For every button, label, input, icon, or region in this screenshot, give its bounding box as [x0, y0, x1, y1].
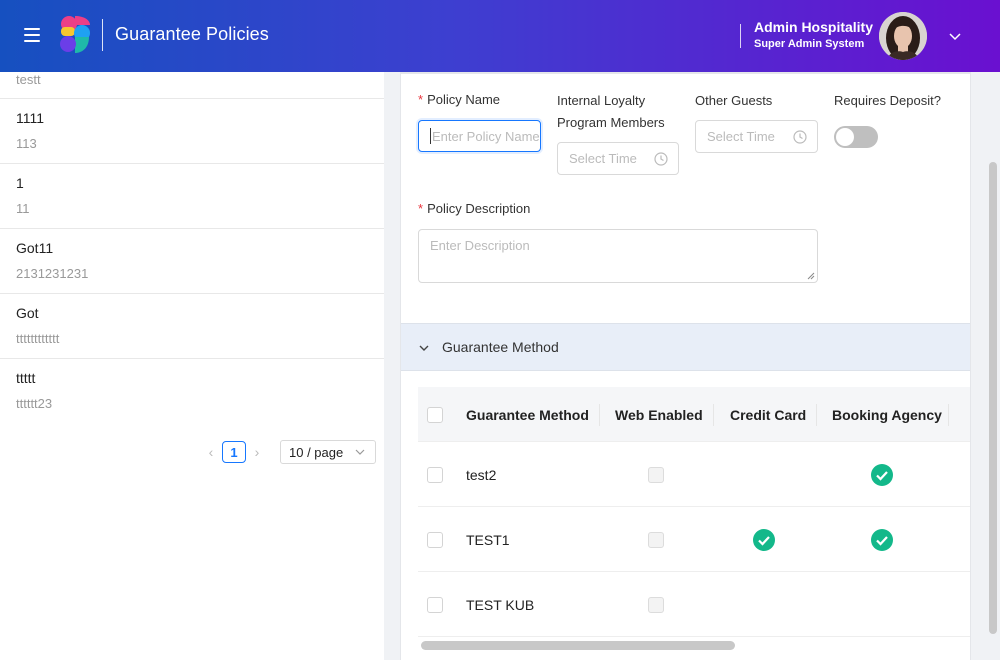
- table-row[interactable]: test2: [418, 442, 970, 507]
- table-row[interactable]: TEST KUB: [418, 572, 970, 637]
- list-item-name: Got: [16, 305, 39, 321]
- list-item-code: tttttttttttt: [16, 331, 60, 346]
- other-guests-label: Other Guests: [695, 93, 773, 108]
- guarantee-method-cell: TEST1: [466, 531, 510, 548]
- web-enabled-checkbox: [648, 596, 664, 613]
- next-page-icon[interactable]: ›: [246, 441, 268, 463]
- page-title: Guarantee Policies: [115, 24, 269, 44]
- policy-description-label: * Policy Description: [418, 201, 531, 216]
- list-item[interactable]: Got11 2131231231: [0, 229, 384, 294]
- requires-deposit-switch[interactable]: [834, 126, 878, 148]
- list-item-code: 11: [16, 201, 30, 216]
- page-size-select[interactable]: 10 / page: [280, 440, 376, 464]
- description-placeholder: Enter Description: [430, 238, 530, 253]
- policy-list-panel: testt 1111 113 1 11 Got11 2131231231 Got…: [0, 72, 384, 660]
- other-guests-placeholder: Select Time: [707, 129, 775, 144]
- guarantee-method-collapse-header[interactable]: Guarantee Method: [401, 323, 970, 371]
- text-cursor: [430, 128, 431, 144]
- list-item-name: 1111: [16, 110, 45, 126]
- app-header: Guarantee Policies Admin Hospitality Sup…: [0, 0, 1000, 72]
- web-enabled-cell: [648, 507, 664, 572]
- policy-name-placeholder: Enter Policy Name: [432, 128, 540, 144]
- check-circle-icon: [871, 463, 893, 486]
- menu-icon[interactable]: [24, 28, 40, 42]
- list-item[interactable]: Got tttttttttttt: [0, 294, 384, 359]
- clock-icon: [793, 130, 807, 144]
- user-divider: [740, 24, 741, 48]
- list-item-code: testt: [16, 72, 41, 87]
- guarantee-method-table: Guarantee Method Web Enabled Credit Card…: [418, 387, 970, 637]
- user-role: Super Admin System: [754, 38, 865, 50]
- row-checkbox[interactable]: [427, 596, 443, 613]
- web-enabled-cell: [648, 442, 664, 507]
- app-logo: [60, 16, 90, 53]
- row-select-cell: [427, 507, 443, 572]
- row-checkbox[interactable]: [427, 531, 443, 548]
- check-circle-icon: [871, 528, 893, 551]
- list-item[interactable]: ttttt tttttt23: [0, 359, 384, 424]
- policy-form-panel: * Policy Name Enter Policy Name Internal …: [400, 72, 971, 660]
- prev-page-icon[interactable]: ‹: [200, 441, 222, 463]
- column-separator: [948, 404, 949, 426]
- policy-description-textarea[interactable]: Enter Description: [418, 229, 818, 283]
- table-horizontal-scrollbar[interactable]: [421, 641, 735, 650]
- chevron-down-icon: [355, 449, 365, 455]
- panel-top-border: [401, 72, 970, 74]
- clock-icon: [654, 152, 668, 166]
- policy-name-input[interactable]: Enter Policy Name: [418, 120, 541, 152]
- list-item-code: 113: [16, 136, 37, 151]
- check-circle-icon: [753, 528, 775, 551]
- web-enabled-cell: [648, 572, 664, 637]
- guarantee-method-cell: test2: [466, 466, 497, 483]
- booking-agency-cell: [871, 442, 893, 507]
- resize-handle-icon[interactable]: [807, 272, 815, 280]
- policy-name-label: * Policy Name: [418, 92, 501, 107]
- column-header-guarantee-method: Guarantee Method: [466, 406, 589, 423]
- row-select-cell: [427, 572, 443, 637]
- list-item[interactable]: 1111 113: [0, 99, 384, 164]
- guarantee-method-cell: TEST KUB: [466, 596, 535, 613]
- user-name: Admin Hospitality: [754, 19, 874, 35]
- list-item-code: tttttt23: [16, 396, 53, 411]
- loyalty-placeholder: Select Time: [569, 151, 637, 166]
- row-select-cell: [427, 442, 443, 507]
- list-item[interactable]: testt: [0, 72, 384, 99]
- column-separator: [816, 404, 817, 426]
- table-header: Guarantee Method Web Enabled Credit Card…: [418, 387, 970, 442]
- column-separator: [599, 404, 600, 426]
- column-header-credit-card: Credit Card: [730, 406, 807, 423]
- page-vertical-scrollbar[interactable]: [989, 162, 997, 634]
- web-enabled-checkbox: [648, 466, 664, 483]
- list-item-name: 1: [16, 175, 24, 191]
- page-1-button[interactable]: 1: [222, 441, 246, 463]
- avatar[interactable]: [879, 12, 927, 60]
- required-mark: *: [418, 201, 424, 216]
- loyalty-time-picker[interactable]: Select Time: [557, 142, 679, 175]
- pagination: ‹ 1 › 10 / page: [200, 440, 376, 464]
- switch-knob: [836, 128, 854, 146]
- credit-card-cell: [753, 507, 775, 572]
- column-header-booking-agency: Booking Agency: [832, 406, 942, 423]
- list-item[interactable]: 1 11: [0, 164, 384, 229]
- page-size-value: 10 / page: [289, 444, 344, 460]
- column-separator: [713, 404, 714, 426]
- list-item-code: 2131231231: [16, 266, 89, 281]
- guarantee-method-section-title: Guarantee Method: [442, 339, 559, 355]
- other-guests-time-picker[interactable]: Select Time: [695, 120, 818, 153]
- select-all-cell: [427, 387, 443, 442]
- loyalty-label: Internal Loyalty Program Members: [557, 93, 665, 130]
- list-item-name: ttttt: [16, 370, 36, 386]
- table-row[interactable]: TEST1: [418, 507, 970, 572]
- web-enabled-checkbox: [648, 531, 664, 548]
- list-item-name: Got11: [16, 240, 54, 256]
- chevron-down-icon: [419, 345, 429, 351]
- select-all-checkbox[interactable]: [427, 406, 443, 423]
- column-header-web-enabled: Web Enabled: [615, 406, 703, 423]
- required-mark: *: [418, 92, 424, 107]
- row-checkbox[interactable]: [427, 466, 443, 483]
- booking-agency-cell: [871, 507, 893, 572]
- chevron-down-icon[interactable]: [948, 29, 962, 43]
- requires-deposit-label: Requires Deposit?: [834, 93, 941, 108]
- header-divider: [102, 19, 103, 51]
